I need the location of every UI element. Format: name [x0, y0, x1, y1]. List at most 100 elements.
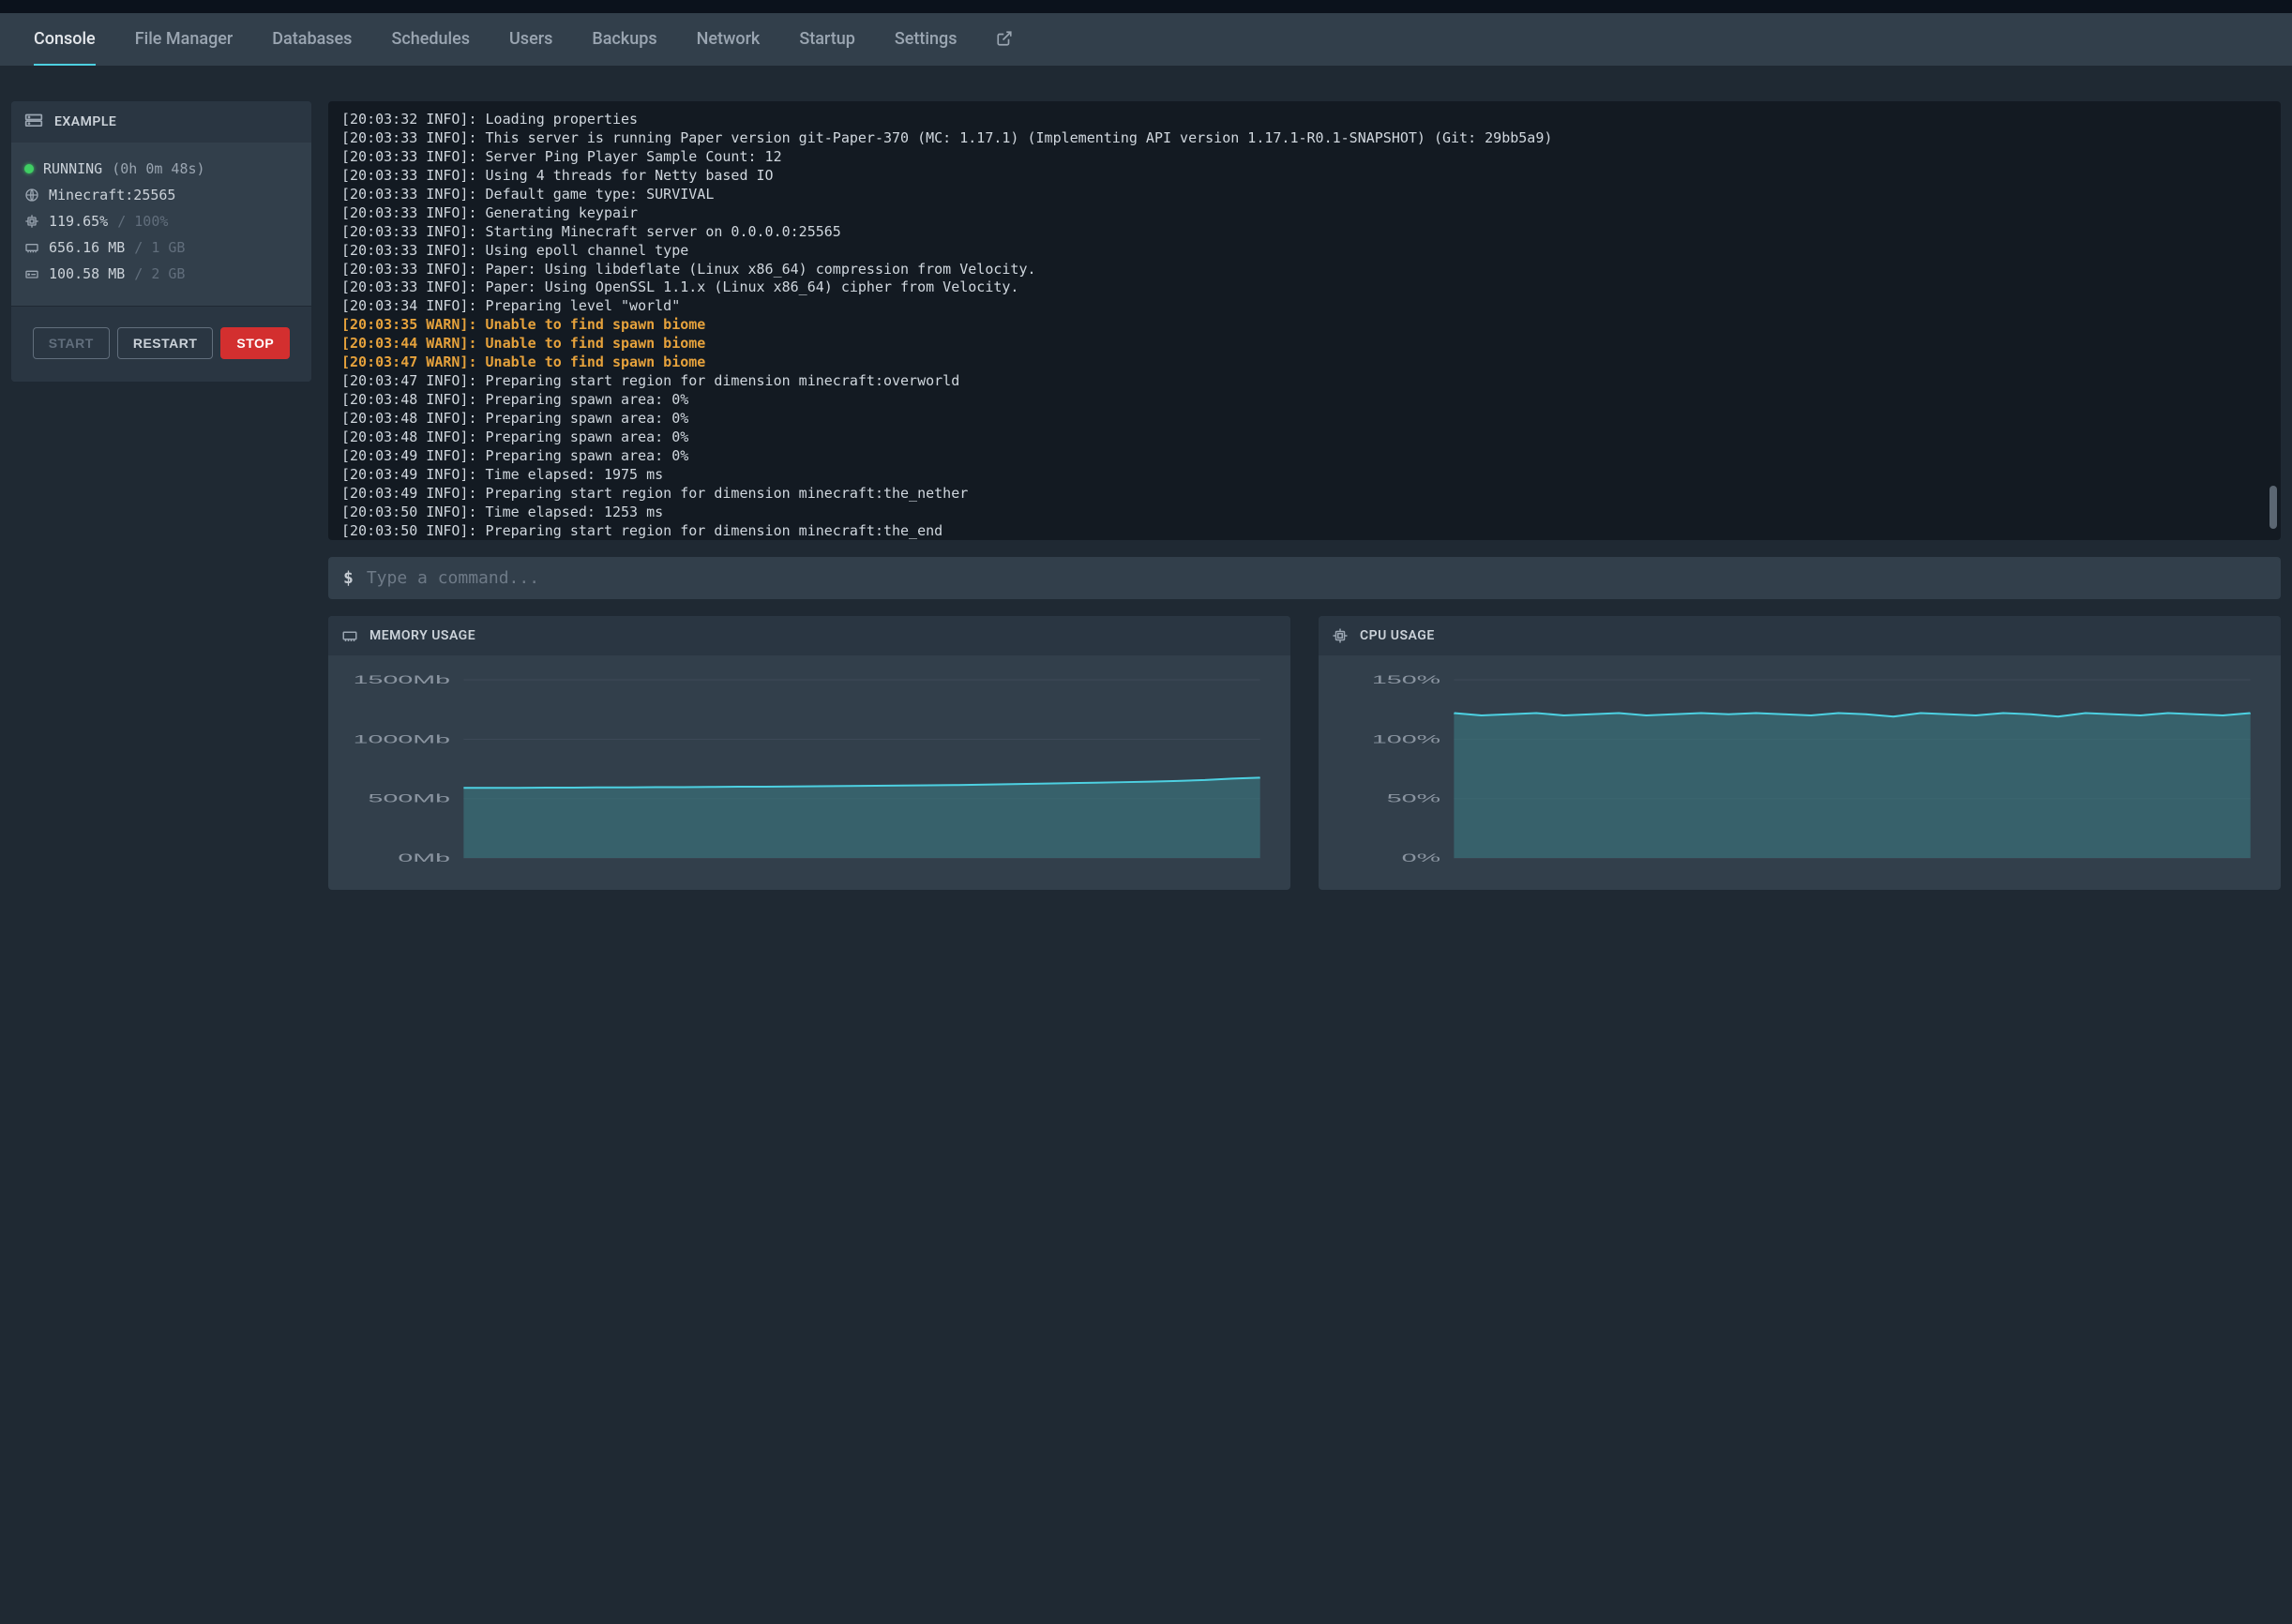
cpu-chart-body: 0% 50% 100% 150% [1319, 655, 2281, 890]
server-stats: RUNNING (0h 0m 48s) Minecraft:25565 119.… [11, 143, 311, 300]
tab-backups[interactable]: Backups [592, 13, 656, 66]
console-line: [20:03:48 INFO]: Preparing spawn area: 0… [341, 410, 2268, 429]
memory-chart-header: MEMORY USAGE [328, 616, 1290, 655]
external-link-icon [996, 30, 1013, 47]
console-line: [20:03:32 INFO]: Loading properties [341, 111, 2268, 129]
console-line: [20:03:33 INFO]: Starting Minecraft serv… [341, 223, 2268, 242]
memory-chart: 0Mb 500Mb 1000Mb 1500Mb [334, 674, 1274, 871]
cpu-chart: 0% 50% 100% 150% [1324, 674, 2264, 871]
svg-text:500Mb: 500Mb [369, 792, 450, 805]
microchip-icon [1332, 627, 1349, 644]
command-input-bar: $ [328, 557, 2281, 599]
tab-label: Console [34, 29, 96, 49]
microchip-icon [24, 214, 39, 229]
tab-file-manager[interactable]: File Manager [135, 13, 234, 66]
server-card-header: EXAMPLE [11, 101, 311, 143]
memory-row: 656.16 MB / 1 GB [24, 234, 298, 261]
console-line: [20:03:47 INFO]: Preparing start region … [341, 372, 2268, 391]
console-line: [20:03:49 INFO]: Time elapsed: 1975 ms [341, 466, 2268, 485]
memory-limit: / 1 GB [134, 239, 185, 256]
console-line: [20:03:48 INFO]: Preparing spawn area: 0… [341, 391, 2268, 410]
console-line: [20:03:49 INFO]: Preparing spawn area: 0… [341, 447, 2268, 466]
prompt-symbol: $ [343, 568, 354, 588]
console-line: [20:03:48 INFO]: Preparing spawn area: 0… [341, 429, 2268, 447]
server-name: EXAMPLE [54, 114, 116, 129]
tab-label: Backups [592, 29, 656, 49]
scrollbar-thumb[interactable] [2269, 486, 2277, 529]
tab-label: File Manager [135, 29, 234, 49]
stop-button[interactable]: STOP [220, 327, 290, 359]
console-line: [20:03:33 INFO]: Server Ping Player Samp… [341, 148, 2268, 167]
svg-text:0Mb: 0Mb [398, 851, 450, 865]
uptime: (0h 0m 48s) [112, 160, 204, 177]
tab-settings[interactable]: Settings [895, 13, 958, 66]
svg-text:1500Mb: 1500Mb [354, 674, 450, 686]
tab-databases[interactable]: Databases [272, 13, 352, 66]
tab-network[interactable]: Network [697, 13, 761, 66]
tab-label: Schedules [391, 29, 470, 49]
globe-icon [24, 188, 39, 203]
memory-chart-card: MEMORY USAGE 0Mb 500Mb 1000Mb 1500Mb [328, 616, 1290, 890]
server-icon [24, 113, 43, 131]
console-line: [20:03:33 INFO]: Using 4 threads for Net… [341, 167, 2268, 186]
primary-nav: Console File Manager Databases Schedules… [0, 13, 2292, 66]
svg-text:150%: 150% [1372, 674, 1440, 686]
external-link-button[interactable] [996, 13, 1013, 66]
svg-text:100%: 100% [1372, 732, 1440, 745]
tab-startup[interactable]: Startup [799, 13, 855, 66]
console-line: [20:03:33 INFO]: This server is running … [341, 129, 2268, 148]
memory-value: 656.16 MB [49, 239, 125, 256]
chart-title: CPU USAGE [1360, 628, 1435, 643]
restart-button[interactable]: RESTART [117, 327, 214, 359]
chart-title: MEMORY USAGE [369, 628, 475, 643]
cpu-row: 119.65% / 100% [24, 208, 298, 234]
disk-value: 100.58 MB [49, 265, 125, 282]
tab-label: Databases [272, 29, 352, 49]
console-line: [20:03:49 INFO]: Preparing start region … [341, 485, 2268, 504]
tab-label: Network [697, 29, 761, 49]
tab-schedules[interactable]: Schedules [391, 13, 470, 66]
status-label: RUNNING [43, 160, 102, 177]
console-line: [20:03:33 INFO]: Paper: Using OpenSSL 1.… [341, 278, 2268, 297]
console-line: [20:03:50 INFO]: Preparing start region … [341, 522, 2268, 540]
power-controls: START RESTART STOP [11, 306, 311, 382]
cpu-limit: / 100% [117, 213, 168, 230]
memory-icon [24, 240, 39, 255]
status-indicator-dot [24, 164, 34, 173]
disk-limit: / 2 GB [134, 265, 185, 282]
console-line: [20:03:33 INFO]: Paper: Using libdeflate… [341, 261, 2268, 279]
address-row: Minecraft:25565 [24, 182, 298, 208]
tab-label: Settings [895, 29, 958, 49]
disk-row: 100.58 MB / 2 GB [24, 261, 298, 287]
tab-users[interactable]: Users [509, 13, 552, 66]
svg-text:50%: 50% [1387, 792, 1440, 805]
console-line: [20:03:33 INFO]: Default game type: SURV… [341, 186, 2268, 204]
cpu-chart-card: CPU USAGE 0% 50% 100% 150% [1319, 616, 2281, 890]
server-info-card: EXAMPLE RUNNING (0h 0m 48s) Minecraft:25… [11, 101, 311, 382]
console-line: [20:03:33 INFO]: Using epoll channel typ… [341, 242, 2268, 261]
hdd-icon [24, 266, 39, 281]
tab-label: Startup [799, 29, 855, 49]
tab-label: Users [509, 29, 552, 49]
svg-text:0%: 0% [1402, 851, 1440, 865]
console-line: [20:03:33 INFO]: Generating keypair [341, 204, 2268, 223]
cpu-value: 119.65% [49, 213, 108, 230]
window-top-bar [0, 0, 2292, 13]
memory-icon [341, 627, 358, 644]
console-line: [20:03:34 INFO]: Preparing level "world" [341, 297, 2268, 316]
start-button[interactable]: START [33, 327, 110, 359]
command-input[interactable] [367, 568, 2266, 588]
console-output[interactable]: [20:03:32 INFO]: Loading properties[20:0… [328, 101, 2281, 540]
charts-row: MEMORY USAGE 0Mb 500Mb 1000Mb 1500Mb CPU US… [328, 616, 2281, 890]
memory-chart-body: 0Mb 500Mb 1000Mb 1500Mb [328, 655, 1290, 890]
console-line: [20:03:47 WARN]: Unable to find spawn bi… [341, 353, 2268, 372]
svg-text:1000Mb: 1000Mb [354, 732, 450, 745]
server-sidebar: EXAMPLE RUNNING (0h 0m 48s) Minecraft:25… [11, 101, 311, 890]
status-row: RUNNING (0h 0m 48s) [24, 156, 298, 182]
main-column: [20:03:32 INFO]: Loading properties[20:0… [328, 101, 2281, 890]
cpu-chart-header: CPU USAGE [1319, 616, 2281, 655]
console-line: [20:03:50 INFO]: Time elapsed: 1253 ms [341, 504, 2268, 522]
tab-console[interactable]: Console [34, 13, 96, 66]
console-line: [20:03:44 WARN]: Unable to find spawn bi… [341, 335, 2268, 353]
console-line: [20:03:35 WARN]: Unable to find spawn bi… [341, 316, 2268, 335]
